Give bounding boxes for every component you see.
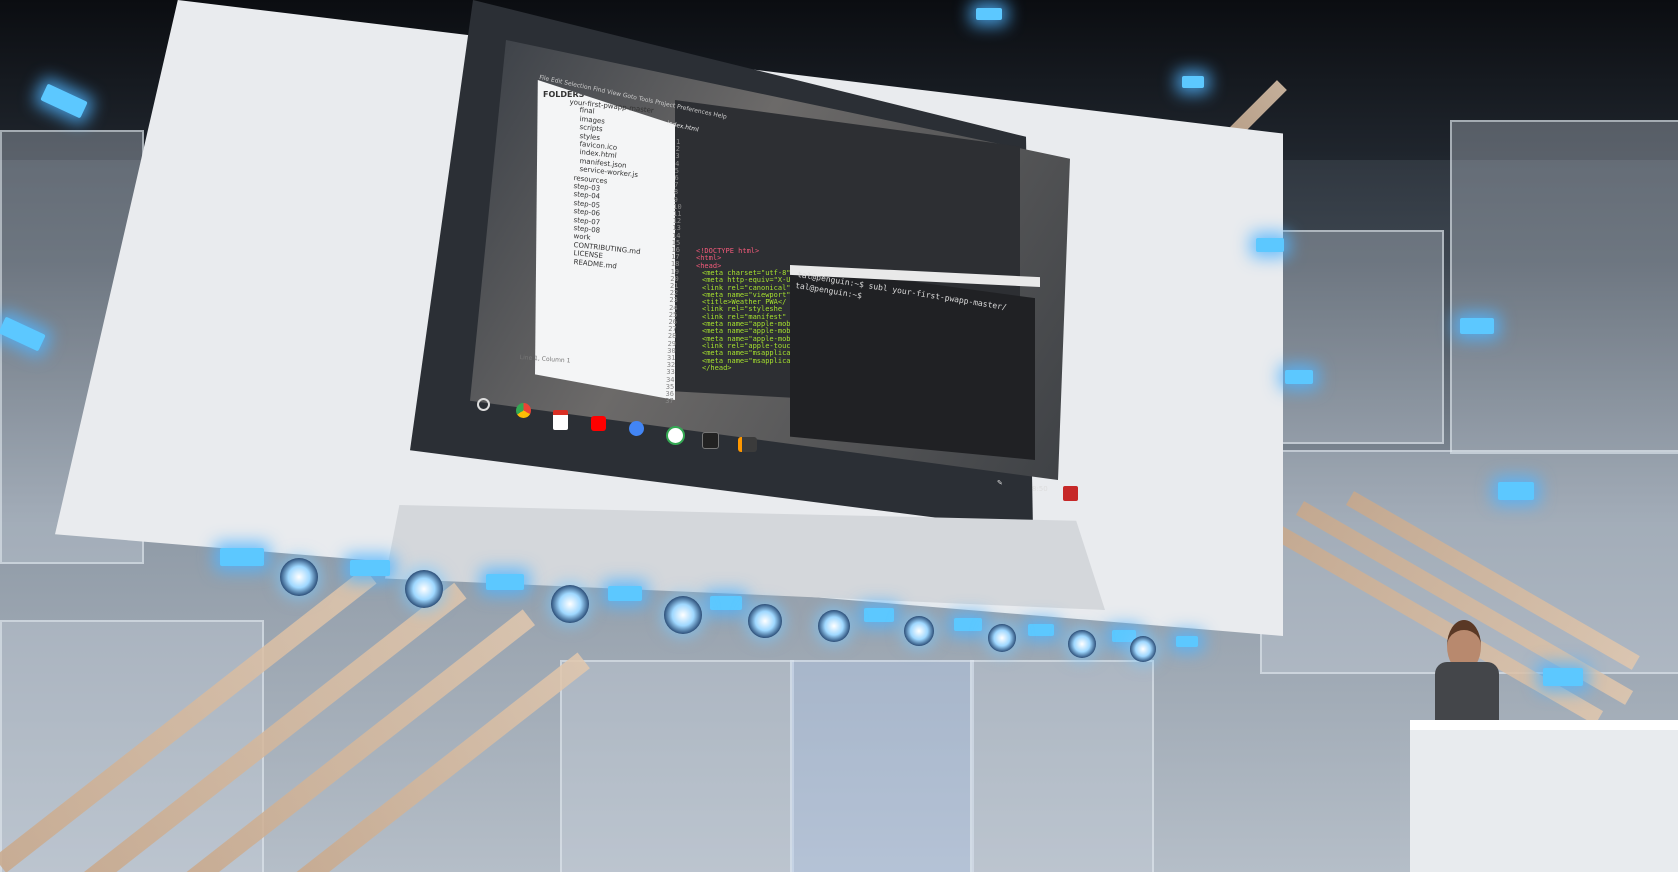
clock[interactable]: 8:50 [1032, 485, 1048, 493]
spotlight [405, 570, 443, 608]
account-avatar-icon[interactable] [1063, 486, 1078, 501]
gmail-icon[interactable] [553, 410, 568, 430]
spotlight [1068, 630, 1096, 658]
spotlight [280, 558, 318, 596]
sublime-icon[interactable] [738, 437, 757, 452]
light-fixture [710, 596, 742, 610]
files-icon[interactable] [629, 421, 644, 436]
wall-panel [970, 660, 1154, 872]
light-fixture [1285, 370, 1313, 384]
code-line[interactable]: </head> [702, 364, 732, 372]
spotlight [664, 596, 702, 634]
chrome-icon[interactable] [516, 403, 531, 418]
light-fixture [1256, 238, 1284, 252]
spotlight [1130, 636, 1156, 662]
play-store-icon[interactable] [666, 426, 685, 445]
light-fixture [1543, 668, 1583, 686]
spotlight [748, 604, 782, 638]
spotlight [818, 610, 850, 642]
light-fixture [1182, 76, 1204, 88]
light-fixture [486, 574, 524, 590]
light-fixture [1460, 318, 1494, 334]
stage-podium [1410, 720, 1678, 872]
stage-photo: FOLDERS your-first-pwapp-master final imag… [0, 0, 1678, 872]
light-fixture [350, 560, 390, 576]
laptop-keyboard [385, 505, 1105, 610]
light-fixture [1028, 624, 1054, 636]
spotlight [904, 616, 934, 646]
wall-panel [560, 660, 794, 872]
light-fixture [864, 608, 894, 622]
light-fixture [608, 586, 642, 601]
light-fixture [220, 548, 264, 566]
sidebar-folders: FOLDERS [535, 80, 675, 400]
line-number: 37 [665, 397, 674, 406]
spotlight [551, 585, 589, 623]
pen-icon[interactable]: ✎ [997, 479, 1003, 487]
light-fixture [1498, 482, 1534, 500]
wall-panel [790, 660, 974, 872]
launcher-icon[interactable] [477, 398, 490, 411]
youtube-icon[interactable] [591, 416, 606, 431]
light-fixture [1176, 636, 1198, 647]
light-fixture [954, 618, 982, 631]
wall-panel [1450, 120, 1678, 454]
spotlight [988, 624, 1016, 652]
light-fixture [976, 8, 1002, 20]
terminal-icon[interactable] [702, 432, 719, 449]
